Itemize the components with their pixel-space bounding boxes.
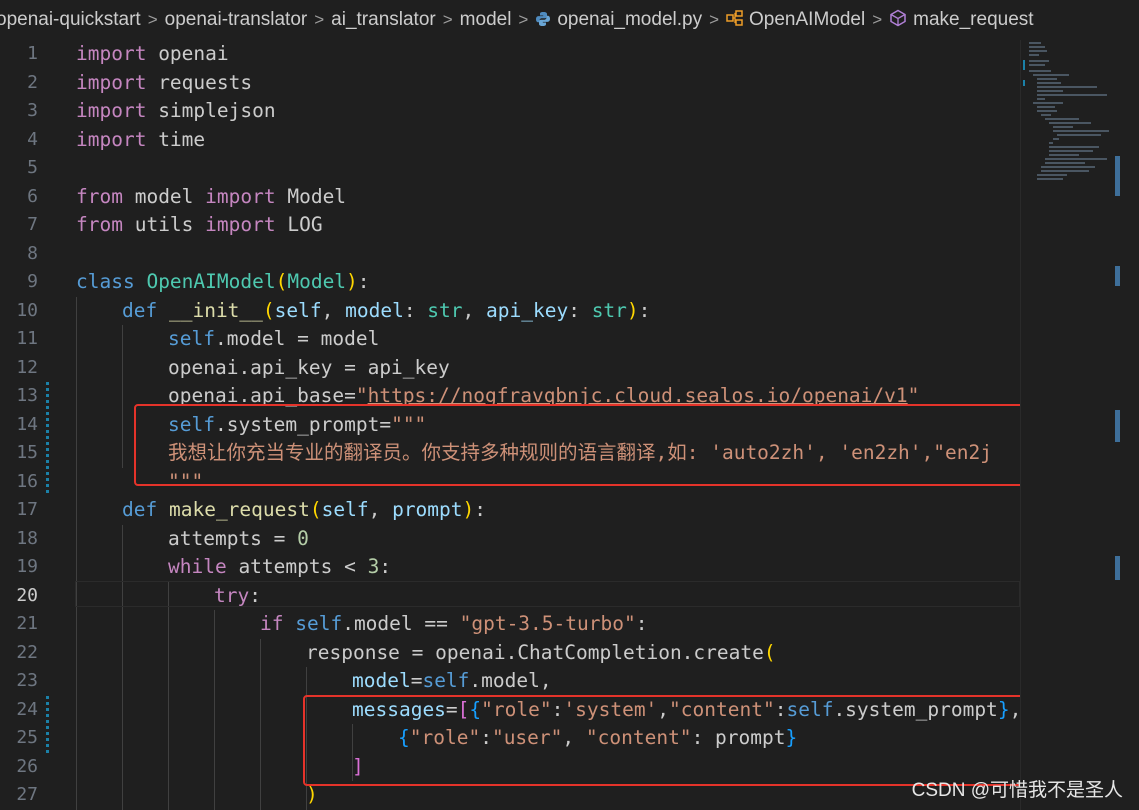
breadcrumb-item-openai-translator[interactable]: openai-translator — [165, 9, 308, 31]
code-text[interactable]: import requests — [76, 69, 252, 98]
code-text[interactable]: from model import Model — [76, 183, 346, 212]
minimap-change-marker — [1023, 60, 1025, 70]
line-number[interactable]: 7 — [0, 211, 38, 240]
code-line: 23 model=self.model, — [0, 667, 1020, 696]
line-number[interactable]: 24 — [0, 696, 38, 725]
breadcrumb-item-openai-quickstart[interactable]: openai-quickstart — [0, 9, 141, 31]
code-line: 9 class OpenAIModel(Model): — [0, 268, 1020, 297]
class-icon — [726, 9, 744, 31]
line-number[interactable]: 2 — [0, 69, 38, 98]
code-text[interactable]: import time — [76, 126, 205, 155]
breadcrumb-separator: > — [709, 10, 720, 29]
code-text[interactable]: def __init__(self, model: str, api_key: … — [122, 297, 650, 326]
breadcrumb-separator: > — [518, 10, 529, 29]
code-line: 5 — [0, 154, 1020, 183]
breadcrumb-separator: > — [147, 10, 158, 29]
breadcrumb-separator: > — [442, 10, 453, 29]
code-line: 2 import requests — [0, 69, 1020, 98]
annotation-box-messages — [303, 695, 1020, 786]
code-line: 12 openai.api_key = api_key — [0, 354, 1020, 383]
code-text[interactable]: def make_request(self, prompt): — [122, 496, 486, 525]
line-number[interactable]: 16 — [0, 468, 38, 497]
code-text[interactable]: openai.api_key = api_key — [168, 354, 450, 383]
code-line: 11 self.model = model — [0, 325, 1020, 354]
line-number[interactable]: 26 — [0, 753, 38, 782]
code-editor[interactable]: 1 import openai 2 import requests 3 impo… — [0, 40, 1020, 810]
code-line: 10 def __init__(self, model: str, api_ke… — [0, 297, 1020, 326]
code-text[interactable]: while attempts < 3: — [168, 553, 391, 582]
line-number[interactable]: 6 — [0, 183, 38, 212]
line-number[interactable]: 19 — [0, 553, 38, 582]
code-text[interactable]: attempts = 0 — [168, 525, 309, 554]
scrollbar-marker[interactable] — [1115, 266, 1120, 286]
code-text[interactable]: response = openai.ChatCompletion.create( — [306, 639, 776, 668]
code-line: 19 while attempts < 3: — [0, 553, 1020, 582]
annotation-box-system-prompt — [134, 404, 1020, 486]
scrollbar-marker[interactable] — [1115, 556, 1120, 580]
line-number[interactable]: 23 — [0, 667, 38, 696]
code-text[interactable]: import openai — [76, 40, 229, 69]
line-number[interactable]: 14 — [0, 411, 38, 440]
watermark: CSDN @可惜我不是圣人 — [911, 780, 1123, 801]
breadcrumb-item-model[interactable]: model — [460, 9, 512, 31]
breadcrumb-item-ai-translator[interactable]: ai_translator — [331, 9, 436, 31]
code-text[interactable]: try: — [214, 582, 261, 611]
code-line: 18 attempts = 0 — [0, 525, 1020, 554]
code-line: 6 from model import Model — [0, 183, 1020, 212]
code-line: 1 import openai — [0, 40, 1020, 69]
line-number[interactable]: 11 — [0, 325, 38, 354]
breadcrumb-separator: > — [872, 10, 883, 29]
method-icon — [889, 9, 907, 32]
scrollbar-marker[interactable] — [1115, 156, 1120, 196]
code-line: 4 import time — [0, 126, 1020, 155]
code-line: 21 if self.model == "gpt-3.5-turbo": — [0, 610, 1020, 639]
minimap[interactable] — [1020, 40, 1139, 810]
code-line: 7 from utils import LOG — [0, 211, 1020, 240]
minimap-change-marker — [1023, 80, 1025, 86]
code-text[interactable]: if self.model == "gpt-3.5-turbo": — [260, 610, 647, 639]
code-text[interactable]: model=self.model, — [352, 667, 552, 696]
code-line: 22 response = openai.ChatCompletion.crea… — [0, 639, 1020, 668]
code-line: 8 — [0, 240, 1020, 269]
breadcrumb-separator: > — [314, 10, 325, 29]
line-number[interactable]: 4 — [0, 126, 38, 155]
scrollbar-marker[interactable] — [1115, 410, 1120, 442]
line-number[interactable]: 15 — [0, 439, 38, 468]
code-line: 3 import simplejson — [0, 97, 1020, 126]
breadcrumb: openai-quickstart > openai-translator > … — [0, 0, 1139, 40]
line-number-current[interactable]: 20 — [0, 582, 38, 611]
line-number[interactable]: 9 — [0, 268, 38, 297]
line-number[interactable]: 18 — [0, 525, 38, 554]
line-number[interactable]: 5 — [0, 154, 38, 183]
line-number[interactable]: 22 — [0, 639, 38, 668]
code-line: 17 def make_request(self, prompt): — [0, 496, 1020, 525]
code-text[interactable]: class OpenAIModel(Model): — [76, 268, 370, 297]
line-number[interactable]: 17 — [0, 496, 38, 525]
python-file-icon — [535, 11, 551, 30]
code-text[interactable]: import simplejson — [76, 97, 276, 126]
line-number[interactable]: 8 — [0, 240, 38, 269]
line-number[interactable]: 21 — [0, 610, 38, 639]
code-line: 20 try: — [0, 582, 1020, 611]
line-number[interactable]: 13 — [0, 382, 38, 411]
line-number[interactable]: 3 — [0, 97, 38, 126]
code-text[interactable]: self.model = model — [168, 325, 379, 354]
breadcrumb-item-class[interactable]: OpenAIModel — [749, 9, 865, 31]
line-number[interactable]: 10 — [0, 297, 38, 326]
code-text[interactable]: from utils import LOG — [76, 211, 323, 240]
line-number[interactable]: 1 — [0, 40, 38, 69]
line-number[interactable]: 25 — [0, 724, 38, 753]
line-number[interactable]: 27 — [0, 781, 38, 810]
breadcrumb-item-file[interactable]: openai_model.py — [557, 9, 702, 31]
breadcrumb-item-method[interactable]: make_request — [913, 9, 1033, 31]
line-number[interactable]: 12 — [0, 354, 38, 383]
